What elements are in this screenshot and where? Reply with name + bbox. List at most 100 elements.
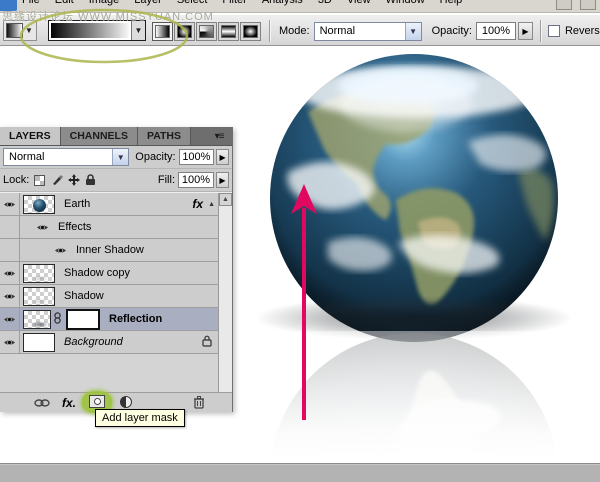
layer-name[interactable]: Shadow copy <box>64 267 130 279</box>
separator <box>269 20 270 42</box>
menu-analysis[interactable]: Analysis <box>262 0 303 6</box>
delete-layer-icon[interactable] <box>193 395 205 412</box>
eye-icon[interactable] <box>54 246 67 255</box>
menu-image[interactable]: Image <box>89 0 120 6</box>
lock-all-icon[interactable] <box>84 174 97 187</box>
add-layer-mask-icon <box>93 398 101 405</box>
angle-gradient-button[interactable] <box>196 21 217 41</box>
opacity-slider-button[interactable]: ▶ <box>517 22 533 40</box>
layer-opacity-label: Opacity: <box>135 151 176 163</box>
layer-name[interactable]: Shadow <box>64 290 104 302</box>
panel-menu-icon[interactable]: ▾≡ <box>206 127 232 145</box>
annotation-arrow <box>291 184 317 420</box>
menu-file[interactable]: File <box>22 0 40 6</box>
layer-mask-thumbnail[interactable] <box>66 308 100 330</box>
layer-thumbnail[interactable] <box>23 263 55 283</box>
mask-link-icon[interactable] <box>53 311 62 327</box>
layer-thumbnail[interactable] <box>23 309 51 329</box>
menu-help[interactable]: Help <box>440 0 463 6</box>
eye-icon[interactable] <box>36 223 49 232</box>
visibility-toggle[interactable] <box>0 193 20 215</box>
eye-icon <box>4 201 15 207</box>
menu-bar: File Edit Image Layer Select Filter Anal… <box>0 0 600 13</box>
layer-row-earth[interactable]: Earth fx ▲ <box>0 193 232 216</box>
menu-window[interactable]: Window <box>386 0 425 6</box>
add-layer-mask-button[interactable] <box>89 395 105 408</box>
blend-mode-select[interactable]: Normal ▼ <box>313 21 422 41</box>
layer-row-inner-shadow[interactable]: Inner Shadow <box>0 239 232 262</box>
link-layers-icon[interactable] <box>34 398 50 408</box>
menu-edit[interactable]: Edit <box>55 0 74 6</box>
chevron-down-icon[interactable]: ▼ <box>404 22 421 40</box>
reverse-checkbox[interactable] <box>547 25 560 37</box>
menu-3d[interactable]: 3D <box>318 0 332 6</box>
fill-label: Fill: <box>157 174 175 186</box>
chevron-down-icon[interactable]: ▼ <box>112 149 129 165</box>
layer-name[interactable]: Earth <box>64 198 90 210</box>
gradient-picker-dropdown[interactable]: ▼ <box>131 21 145 40</box>
panel-scrollbar[interactable]: ▲ ▼ <box>218 193 232 411</box>
menu-select[interactable]: Select <box>177 0 208 6</box>
angle-gradient-icon <box>199 24 214 38</box>
menu-view[interactable]: View <box>347 0 371 6</box>
lock-pixels-icon[interactable] <box>50 174 63 187</box>
layer-style-icon[interactable]: fx. <box>62 396 76 410</box>
visibility-toggle[interactable] <box>0 331 20 353</box>
visibility-toggle[interactable] <box>0 285 20 307</box>
layer-thumbnail[interactable] <box>23 332 55 352</box>
adjustment-layer-icon[interactable] <box>120 396 132 408</box>
layer-thumbnail[interactable] <box>23 286 55 306</box>
radial-gradient-icon <box>177 24 192 38</box>
layer-thumbnail[interactable] <box>23 194 55 214</box>
workspace-button[interactable] <box>556 0 572 10</box>
effects-label[interactable]: Effects <box>58 221 91 233</box>
workspace-button[interactable] <box>580 0 596 10</box>
scroll-up-button[interactable]: ▲ <box>219 193 232 206</box>
layer-row-shadow[interactable]: Shadow <box>0 285 232 308</box>
lock-label: Lock: <box>3 174 30 186</box>
photoshop-logo <box>0 0 17 11</box>
menu-layer[interactable]: Layer <box>134 0 162 6</box>
fill-input[interactable]: 100% <box>178 172 214 188</box>
eye-icon <box>4 316 15 322</box>
thumbnail-reflection <box>30 320 49 328</box>
layer-name[interactable]: Background <box>64 336 123 348</box>
layer-name[interactable]: Reflection <box>109 313 162 325</box>
layer-row-effects[interactable]: Effects <box>0 216 232 239</box>
fx-badge[interactable]: fx <box>192 197 203 211</box>
collapse-effects-icon[interactable]: ▲ <box>208 201 215 208</box>
tab-layers[interactable]: LAYERS <box>0 127 61 145</box>
photoshop-window: File Edit Image Layer Select Filter Anal… <box>0 0 600 482</box>
gradient-picker[interactable]: ▼ <box>48 20 146 41</box>
menu-filter[interactable]: Filter <box>222 0 246 6</box>
fill-slider-button[interactable]: ▶ <box>216 172 229 188</box>
tab-paths[interactable]: PATHS <box>137 127 192 145</box>
radial-gradient-button[interactable] <box>174 21 195 41</box>
reverse-label: Reverse <box>564 25 600 37</box>
effect-name[interactable]: Inner Shadow <box>76 244 144 256</box>
layer-opacity-input[interactable]: 100% <box>178 149 215 165</box>
diamond-gradient-button[interactable] <box>240 21 261 41</box>
linear-gradient-button[interactable] <box>152 21 173 41</box>
opacity-label: Opacity: <box>431 25 472 37</box>
layer-row-shadow-copy[interactable]: Shadow copy <box>0 262 232 285</box>
gradient-preview-swatch <box>51 23 129 38</box>
layer-row-reflection[interactable]: Reflection <box>0 308 232 331</box>
tab-channels[interactable]: CHANNELS <box>60 127 138 145</box>
lock-position-icon[interactable] <box>67 174 80 187</box>
thumbnail-shadow <box>30 274 49 282</box>
layer-blend-mode-select[interactable]: Normal ▼ <box>3 148 130 166</box>
lock-row: Lock: Fill: 100% ▶ <box>0 169 232 192</box>
opacity-input[interactable]: 100% <box>475 22 516 40</box>
layer-blend-mode-value: Normal <box>9 151 45 163</box>
lock-transparency-icon[interactable] <box>33 174 46 187</box>
reflected-gradient-button[interactable] <box>218 21 239 41</box>
reflected-gradient-icon <box>221 24 236 38</box>
gradient-tool-preset[interactable]: ▼ <box>3 20 37 41</box>
layer-row-background[interactable]: Background <box>0 331 232 354</box>
visibility-toggle[interactable] <box>0 308 20 330</box>
tool-options-bar: ▼ ▼ Mode: Normal ▼ Opacity: 100% ▶ Rever… <box>0 14 600 46</box>
visibility-toggle[interactable] <box>0 262 20 284</box>
spacer <box>0 239 20 261</box>
layer-opacity-slider-button[interactable]: ▶ <box>216 149 229 165</box>
